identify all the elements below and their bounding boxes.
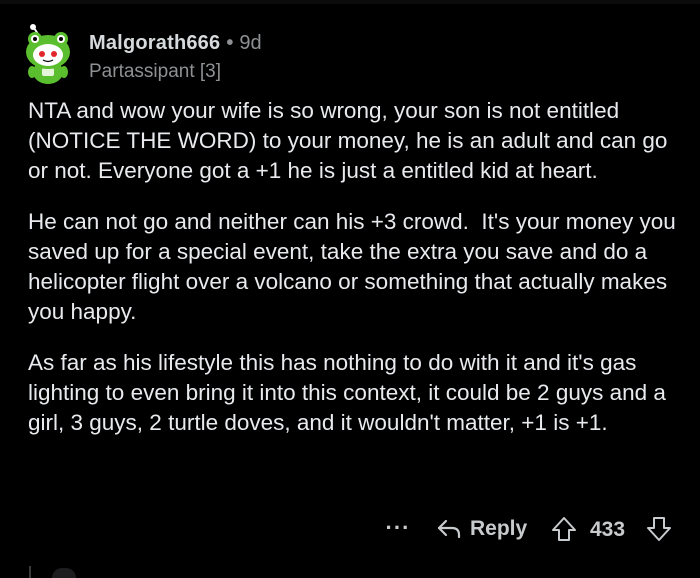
author-name[interactable]: Malgorath666 bbox=[89, 31, 220, 55]
snoo-avatar-icon[interactable] bbox=[20, 22, 76, 84]
user-flair: Partassipant [3] bbox=[89, 61, 222, 82]
author-line: Malgorath666 • 9d bbox=[89, 31, 489, 55]
reply-arrow-icon bbox=[436, 518, 462, 540]
reply-label: Reply bbox=[470, 517, 528, 540]
comment-body: NTA and wow your wife is so wrong, your … bbox=[28, 96, 678, 459]
vote-score: 433 bbox=[590, 518, 626, 541]
reply-button[interactable]: Reply bbox=[436, 514, 527, 544]
downvote-arrow-icon[interactable] bbox=[645, 515, 673, 543]
next-comment-avatar bbox=[52, 568, 76, 578]
comment-paragraph: As far as his lifestyle this has nothing… bbox=[28, 350, 673, 435]
comment-paragraph: He can not go and neither can his +3 cro… bbox=[28, 209, 683, 324]
more-options-button[interactable]: ··· bbox=[384, 514, 412, 542]
separator-dot: • bbox=[226, 32, 234, 54]
comment-paragraph: NTA and wow your wife is so wrong, your … bbox=[28, 98, 674, 183]
comment-header: Malgorath666 • 9d Partassipant [3] bbox=[89, 31, 489, 83]
comment-age: 9d bbox=[239, 32, 262, 54]
more-options-label: ··· bbox=[385, 515, 411, 540]
comment-actions: ··· Reply 433 bbox=[0, 512, 700, 548]
comment: Malgorath666 • 9d Partassipant [3] NTA a… bbox=[0, 0, 700, 578]
upvote-arrow-icon[interactable] bbox=[550, 515, 578, 543]
thread-line bbox=[29, 566, 31, 578]
